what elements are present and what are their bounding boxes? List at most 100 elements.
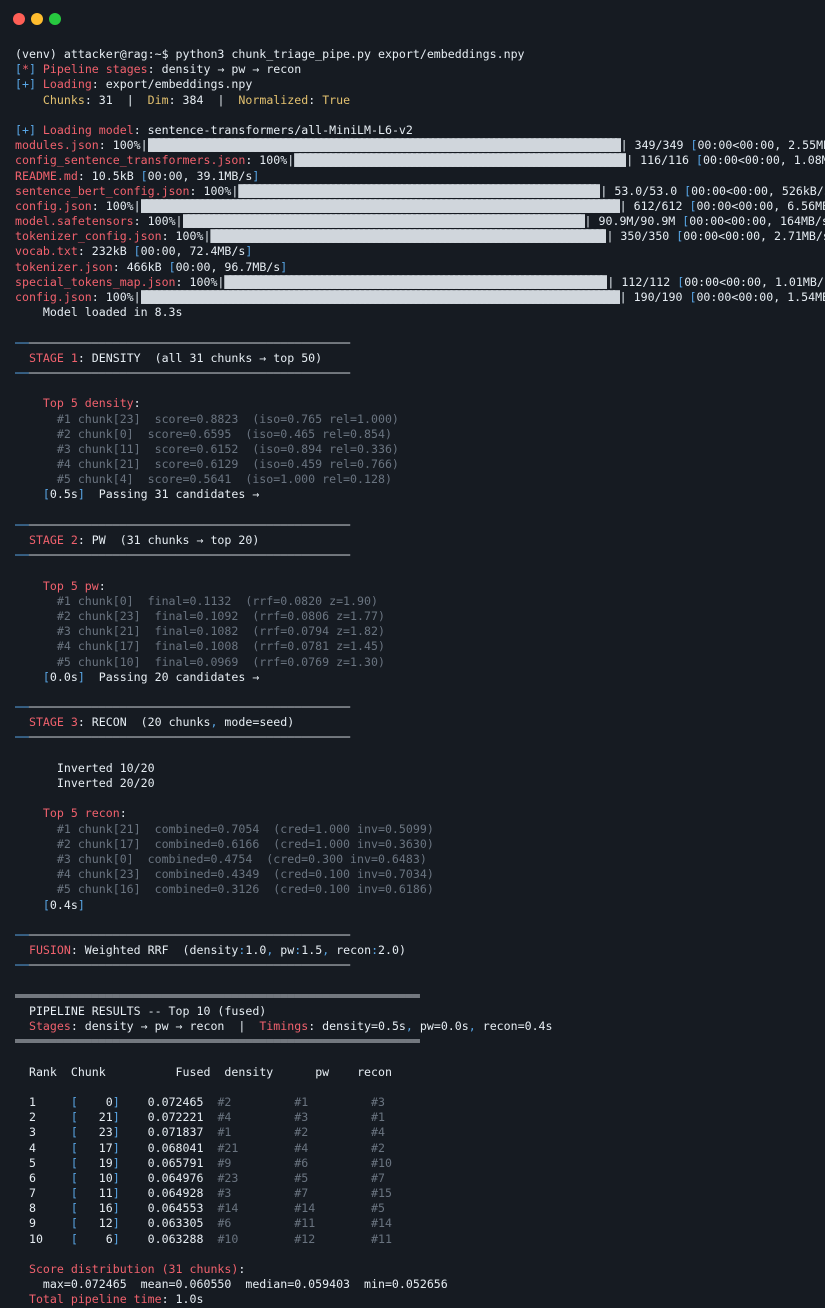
- terminal-text: ──: [15, 517, 29, 532]
- terminal-line: tokenizer.json: 466kB [00:00, 96.7MB/s]: [15, 260, 825, 275]
- terminal-line: #3 chunk[21] final=0.1082 (rrf=0.0794 z=…: [15, 624, 825, 639]
- terminal-text: special_tokens_map.json: [15, 274, 176, 289]
- terminal-text: 00:00<00:00, 526kB/s: [691, 183, 825, 198]
- progress-bar: ████████████████████████████████████████…: [182, 214, 585, 229]
- terminal-text: ]: [77, 487, 85, 502]
- terminal-text: [: [42, 669, 50, 684]
- terminal-text: #3 chunk[21] final=0.1082 (rrf=0.0794 z=…: [15, 624, 385, 639]
- maximize-window-button[interactable]: [49, 13, 61, 25]
- terminal-text: Inverted 20/20: [15, 776, 155, 790]
- terminal-text: #21 #4 #2: [217, 1140, 385, 1155]
- terminal-line: max=0.072465 mean=0.060550 median=0.0594…: [15, 1277, 825, 1292]
- terminal-text: recon: [357, 1064, 392, 1079]
- terminal-text: [: [70, 1216, 78, 1231]
- terminal-text: ────────────────────────────────────────…: [28, 700, 351, 715]
- terminal-text: 3: [15, 1125, 71, 1140]
- terminal-text: 19: [77, 1155, 113, 1170]
- terminal-text: 0: [77, 1094, 113, 1109]
- terminal-line: config_sentence_transformers.json: 100%|…: [15, 153, 825, 168]
- terminal-line: #1 chunk[21] combined=0.7054 (cred=1.000…: [15, 822, 825, 837]
- terminal-text: : 100%|: [189, 183, 239, 198]
- progress-bar: ████████████████████████████████████████…: [224, 274, 607, 289]
- terminal-text: :: [133, 396, 141, 411]
- terminal-text: pw=0.0s: [412, 1019, 469, 1033]
- terminal-line: Stages: density → pw → recon | Timings: …: [15, 1019, 825, 1034]
- terminal-line: Top 5 density:: [15, 396, 825, 411]
- terminal-text: Top 5 pw: [15, 578, 99, 593]
- terminal-text: ────────────────────────────────────────…: [28, 927, 351, 942]
- terminal-text: [: [140, 168, 148, 183]
- terminal-text: 1.0: [245, 943, 267, 958]
- terminal-line: 2 [ 21] 0.072221 #4 #3 #1: [15, 1110, 825, 1125]
- terminal-text: ]: [245, 244, 253, 259]
- terminal-text: : DENSITY (all 31 chunks → top 50): [77, 350, 323, 365]
- terminal-line: #2 chunk[0] score=0.6595 (iso=0.465 rel=…: [15, 427, 825, 442]
- terminal-text: 5: [15, 1155, 71, 1170]
- terminal-text: : 31 |: [84, 92, 148, 107]
- terminal-text: #5 chunk[10] final=0.0969 (rrf=0.0769 z=…: [15, 654, 385, 669]
- terminal-text: [: [70, 1125, 78, 1140]
- terminal-line: Inverted 20/20: [15, 776, 825, 791]
- terminal-line: Score distribution (31 chunks):: [15, 1262, 825, 1277]
- terminal-text: vocab.txt: [15, 244, 78, 259]
- terminal-text: #3 chunk[0] combined=0.4754 (cred=0.300 …: [15, 851, 427, 866]
- close-window-button[interactable]: [13, 13, 25, 25]
- terminal-text: ]: [112, 1216, 120, 1231]
- terminal-text: recon=0.4s: [475, 1019, 553, 1033]
- terminal-text: 0.072465: [119, 1094, 218, 1109]
- terminal-text: 0.064553: [119, 1201, 218, 1216]
- terminal-text: ──: [15, 548, 29, 563]
- terminal-text: [: [70, 1094, 78, 1109]
- terminal-text: [: [70, 1186, 78, 1201]
- terminal-text: | 350/350: [606, 229, 677, 244]
- terminal-text: #1 chunk[23] score=0.8823 (iso=0.765 rel…: [15, 411, 399, 426]
- terminal-text: ]: [112, 1140, 120, 1155]
- terminal-line: 3 [ 23] 0.071837 #1 #2 #4: [15, 1125, 825, 1140]
- terminal-line: #4 chunk[23] combined=0.4349 (cred=0.100…: [15, 867, 825, 882]
- progress-bar: ████████████████████████████████████████…: [238, 183, 600, 198]
- terminal-text: Rank Chunk Fused: [28, 1064, 211, 1079]
- terminal-text: 0.068041: [119, 1140, 218, 1155]
- terminal-line: Model loaded in 8.3s: [15, 305, 825, 320]
- terminal-text: #23 #5 #7: [217, 1170, 385, 1185]
- terminal-text: ──: [15, 730, 29, 745]
- terminal-text: : sentence-transformers/all-MiniLM-L6-v2: [133, 122, 413, 137]
- terminal-text: | 349/349: [620, 138, 691, 153]
- terminal-line: #5 chunk[10] final=0.0969 (rrf=0.0769 z=…: [15, 655, 825, 670]
- terminal-text: 10: [15, 1231, 71, 1246]
- terminal-text: 00:00<00:00, 1.54MB/s: [696, 290, 825, 304]
- terminal-text: 0.4s: [49, 897, 78, 912]
- terminal-line: ════════════════════════════════════════…: [15, 1034, 825, 1049]
- terminal-text: #2 chunk[23] final=0.1092 (rrf=0.0806 z=…: [15, 608, 385, 623]
- progress-bar: ████████████████████████████████████████…: [140, 198, 620, 213]
- terminal-text: 00:00, 72.4MB/s: [140, 244, 246, 259]
- terminal-text: 2: [15, 1110, 71, 1125]
- terminal-text: ════════════════════════════════════════…: [15, 988, 420, 1003]
- terminal-text: : 100%|: [161, 229, 211, 244]
- terminal-text: [: [42, 897, 50, 912]
- terminal-line: ────────────────────────────────────────…: [15, 730, 825, 745]
- terminal-text: : Weighted RRF (density: [70, 943, 239, 958]
- terminal-text: | 53.0/53.0: [600, 183, 685, 198]
- terminal-text: 00:00<00:00, 6.56MB/s: [696, 198, 825, 213]
- terminal-output[interactable]: (venv) attacker@rag:~$ python3 chunk_tri…: [15, 47, 825, 1308]
- terminal-text: 00:00, 39.1MB/s: [147, 168, 253, 183]
- terminal-text: : density → pw → recon |: [70, 1019, 260, 1033]
- terminal-text: mode=seed): [217, 715, 295, 730]
- minimize-window-button[interactable]: [31, 13, 43, 25]
- terminal-text: : RECON (20 chunks: [77, 715, 211, 730]
- terminal-text: max=0.072465 mean=0.060550 median=0.0594…: [15, 1277, 448, 1292]
- terminal-text: 00:00<00:00, 164MB/s: [689, 214, 825, 229]
- terminal-text: ]: [112, 1186, 120, 1201]
- terminal-text: Inverted 10/20: [15, 760, 155, 775]
- progress-bar: ████████████████████████████████████████…: [140, 290, 620, 304]
- terminal-text: 12: [77, 1216, 113, 1231]
- terminal-text: 8: [15, 1201, 71, 1216]
